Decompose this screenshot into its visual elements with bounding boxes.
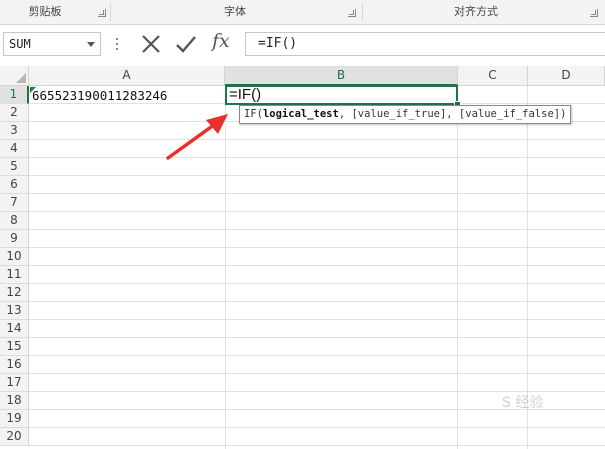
clipboard-launcher-icon[interactable] (98, 9, 106, 17)
column-header-b[interactable]: B (225, 66, 458, 86)
row-header[interactable]: 9 (0, 230, 29, 248)
ribbon-group-alignment: 对齐方式 (454, 5, 498, 18)
row-header[interactable]: 10 (0, 248, 29, 266)
grid-line (29, 139, 605, 140)
row-header[interactable]: 13 (0, 302, 29, 320)
grid-line (29, 229, 605, 230)
cell-b1-active[interactable]: =IF() (225, 85, 458, 105)
grid-line (29, 373, 605, 374)
row-header[interactable]: 6 (0, 176, 29, 194)
row-header[interactable]: 1 (0, 86, 29, 104)
watermark: S 经验 (502, 395, 544, 411)
row-header[interactable]: 19 (0, 410, 29, 428)
row-header[interactable]: 7 (0, 194, 29, 212)
row-header[interactable]: 20 (0, 428, 29, 446)
ribbon-group-labels: 剪贴板 字体 对齐方式 (0, 0, 605, 25)
formula-bar: SUM fx =IF() (0, 25, 605, 63)
grid-line (29, 283, 605, 284)
row-header[interactable]: 18 (0, 392, 29, 410)
grid-line (29, 301, 605, 302)
check-icon (176, 36, 196, 53)
formula-input[interactable]: =IF() (245, 32, 605, 56)
grid-line (29, 355, 605, 356)
row-header[interactable]: 15 (0, 338, 29, 356)
error-indicator-icon (30, 87, 36, 93)
function-signature-tooltip: IF(logical_test, [value_if_true], [value… (239, 105, 572, 124)
grid-line (457, 86, 458, 449)
alignment-launcher-icon[interactable] (590, 9, 598, 17)
grid-line (29, 211, 605, 212)
font-launcher-icon[interactable] (348, 9, 356, 17)
grid-line (29, 193, 605, 194)
grid-line (29, 265, 605, 266)
tooltip-optional-args[interactable]: , [value_if_true], [value_if_false]) (339, 108, 567, 120)
grid-line (29, 247, 605, 248)
grid-line (29, 427, 605, 428)
red-arrow-annotation-icon (166, 114, 228, 160)
ribbon-group-font: 字体 (224, 5, 246, 18)
column-header-d[interactable]: D (528, 66, 605, 86)
row-header[interactable]: 5 (0, 158, 29, 176)
grid-line (29, 157, 605, 158)
enter-formula-button[interactable] (173, 31, 199, 57)
row-header[interactable]: 16 (0, 356, 29, 374)
grid-line (29, 319, 605, 320)
grid-line (29, 175, 605, 176)
tooltip-arg-logical-test[interactable]: logical_test (263, 108, 339, 120)
grid-line (29, 337, 605, 338)
row-header[interactable]: 3 (0, 122, 29, 140)
grid-line (29, 445, 605, 446)
column-header-a[interactable]: A (29, 66, 225, 86)
row-header[interactable]: 17 (0, 374, 29, 392)
tooltip-function-name[interactable]: IF( (244, 108, 263, 120)
name-box[interactable]: SUM (3, 32, 101, 56)
row-header[interactable]: 14 (0, 320, 29, 338)
chevron-down-icon[interactable] (87, 42, 95, 47)
row-header[interactable]: 4 (0, 140, 29, 158)
row-header[interactable]: 11 (0, 266, 29, 284)
row-header[interactable]: 2 (0, 104, 29, 122)
select-all-button[interactable] (0, 66, 29, 86)
cell-a1[interactable]: 665523190011283246 (30, 86, 225, 104)
x-icon (142, 35, 160, 53)
row-header[interactable]: 12 (0, 284, 29, 302)
ribbon-group-clipboard: 剪贴板 (28, 5, 62, 18)
name-box-value: SUM (9, 37, 31, 51)
insert-function-button[interactable]: fx (212, 30, 230, 52)
column-header-c[interactable]: C (458, 66, 528, 86)
row-header[interactable]: 8 (0, 212, 29, 230)
drag-handle-icon[interactable] (116, 38, 118, 50)
cancel-formula-button[interactable] (138, 31, 164, 57)
